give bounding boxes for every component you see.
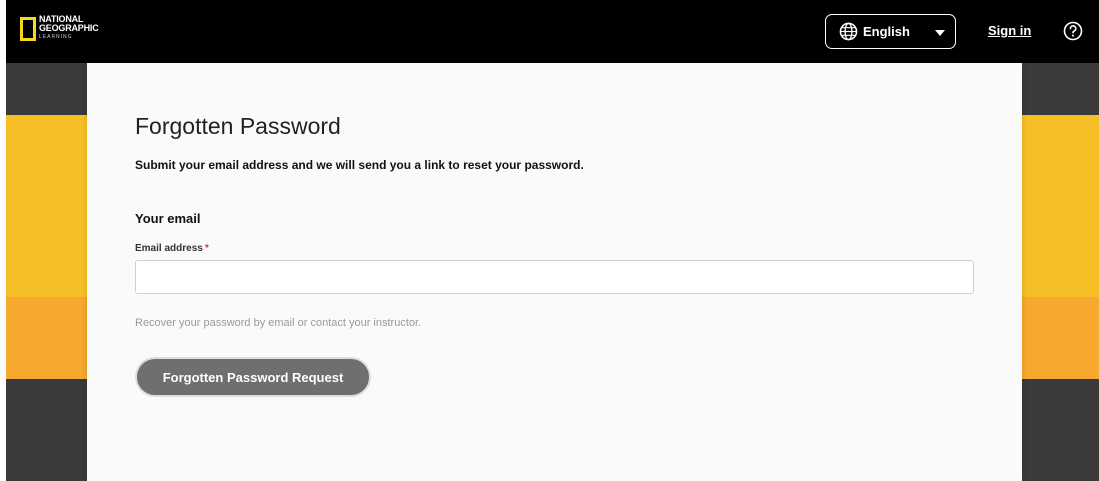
sign-in-link[interactable]: Sign in: [988, 23, 1031, 38]
logo-wordmark: NATIONAL GEOGRAPHIC LEARNING: [39, 15, 99, 41]
email-field-label: Email address *: [135, 243, 209, 254]
email-label-text: Email address: [135, 243, 203, 254]
globe-icon: [839, 22, 858, 41]
logo-subtitle: LEARNING: [39, 34, 73, 40]
section-heading-email: Your email: [135, 211, 201, 226]
logo-yellow-border-icon: [20, 17, 36, 41]
email-field[interactable]: [135, 260, 974, 294]
recovery-help-text: Recover your password by email or contac…: [135, 317, 422, 329]
question-circle-icon[interactable]: [1063, 21, 1083, 41]
forgotten-password-request-button[interactable]: Forgotten Password Request: [135, 357, 371, 397]
page-subtitle: Submit your email address and we will se…: [135, 158, 584, 172]
page-title: Forgotten Password: [135, 113, 341, 139]
forgotten-password-card: Forgotten Password Submit your email add…: [87, 63, 1022, 481]
chevron-down-icon: [935, 30, 945, 36]
logo-line-2: GEOGRAPHIC: [39, 23, 99, 33]
language-select-value: English: [863, 24, 910, 39]
required-indicator: *: [204, 243, 209, 254]
national-geographic-learning-logo[interactable]: NATIONAL GEOGRAPHIC LEARNING: [20, 15, 99, 49]
top-navigation-bar: NATIONAL GEOGRAPHIC LEARNING English Sig…: [6, 0, 1099, 63]
language-select[interactable]: English: [825, 14, 956, 49]
